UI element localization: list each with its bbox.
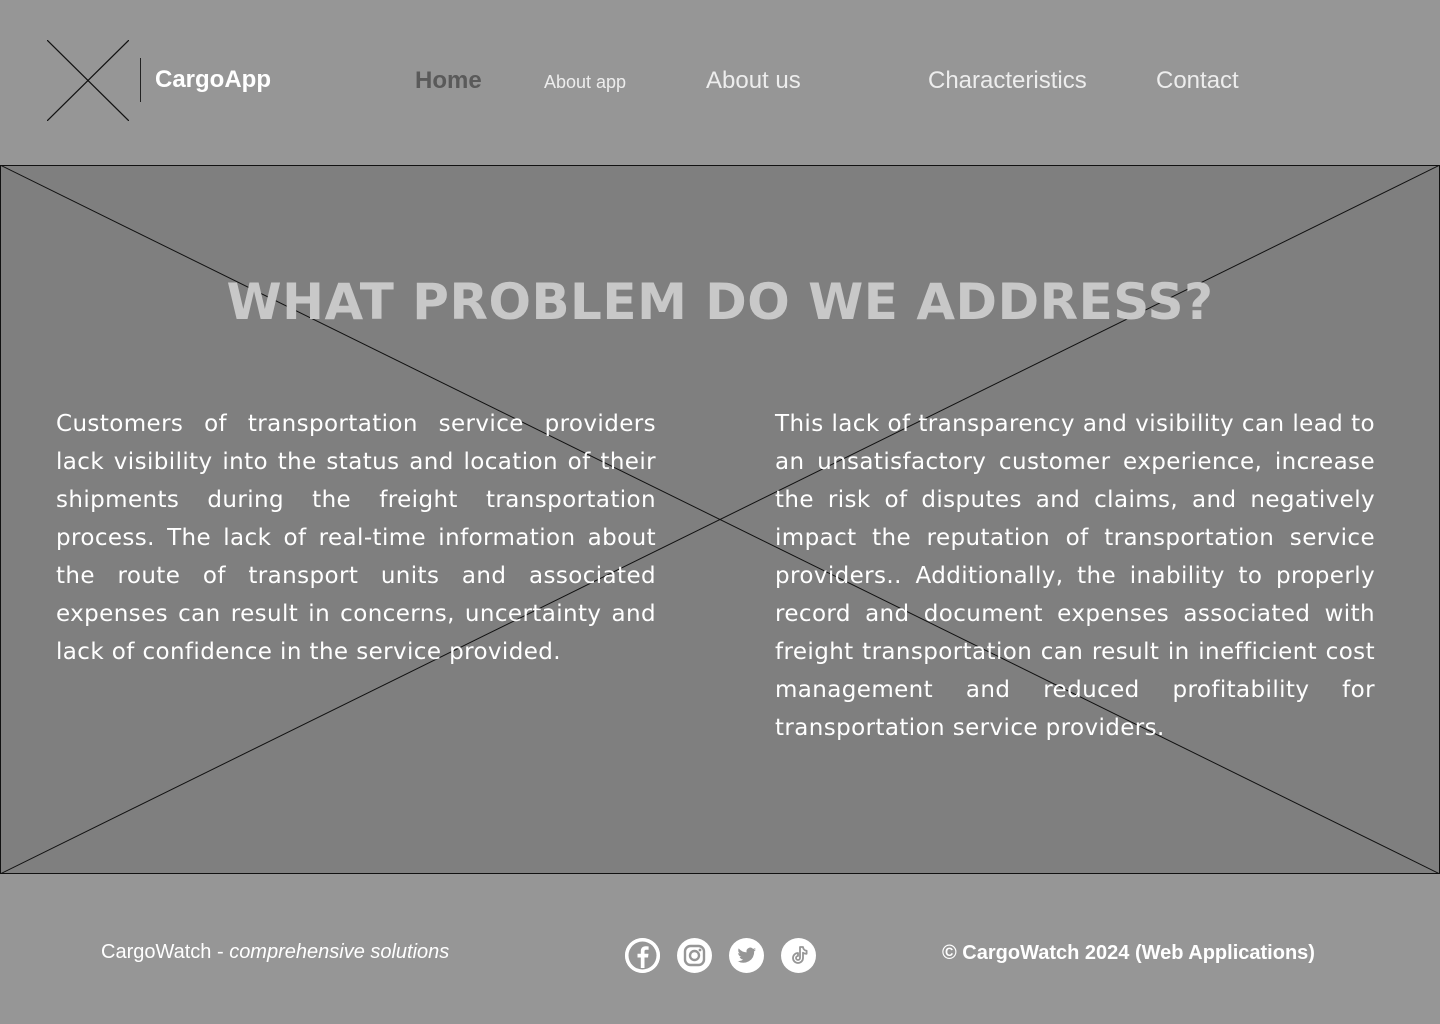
instagram-icon[interactable] [677, 938, 712, 973]
tagline-slogan: comprehensive solutions [229, 941, 450, 963]
header: CargoApp Home About app About us Charact… [0, 0, 1440, 165]
problem-text-right: This lack of transparency and visibility… [775, 411, 1375, 741]
footer-tagline: CargoWatch - comprehensive solutions [101, 941, 449, 964]
hero-title: WHAT PROBLEM DO WE ADDRESS? [226, 273, 1214, 331]
nav-characteristics[interactable]: Characteristics [928, 67, 1087, 95]
social-links [625, 938, 816, 973]
footer: CargoWatch - comprehensive solutions © C… [0, 874, 1440, 1024]
problem-text-left: Customers of transportation service prov… [56, 411, 656, 665]
logo-placeholder-icon[interactable] [47, 40, 129, 121]
hero-section: WHAT PROBLEM DO WE ADDRESS? Customers of… [0, 165, 1440, 874]
twitter-icon[interactable] [729, 938, 764, 973]
tiktok-icon[interactable] [781, 938, 816, 973]
nav-home[interactable]: Home [415, 67, 482, 95]
tagline-brand: CargoWatch - [101, 941, 230, 963]
facebook-icon[interactable] [625, 938, 660, 973]
logo-divider [140, 58, 141, 102]
nav-about-app[interactable]: About app [544, 72, 626, 93]
copyright-text: © CargoWatch 2024 (Web Applications) [942, 942, 1315, 964]
brand-name[interactable]: CargoApp [155, 66, 271, 94]
nav-contact[interactable]: Contact [1156, 67, 1239, 95]
nav-about-us[interactable]: About us [706, 67, 801, 95]
